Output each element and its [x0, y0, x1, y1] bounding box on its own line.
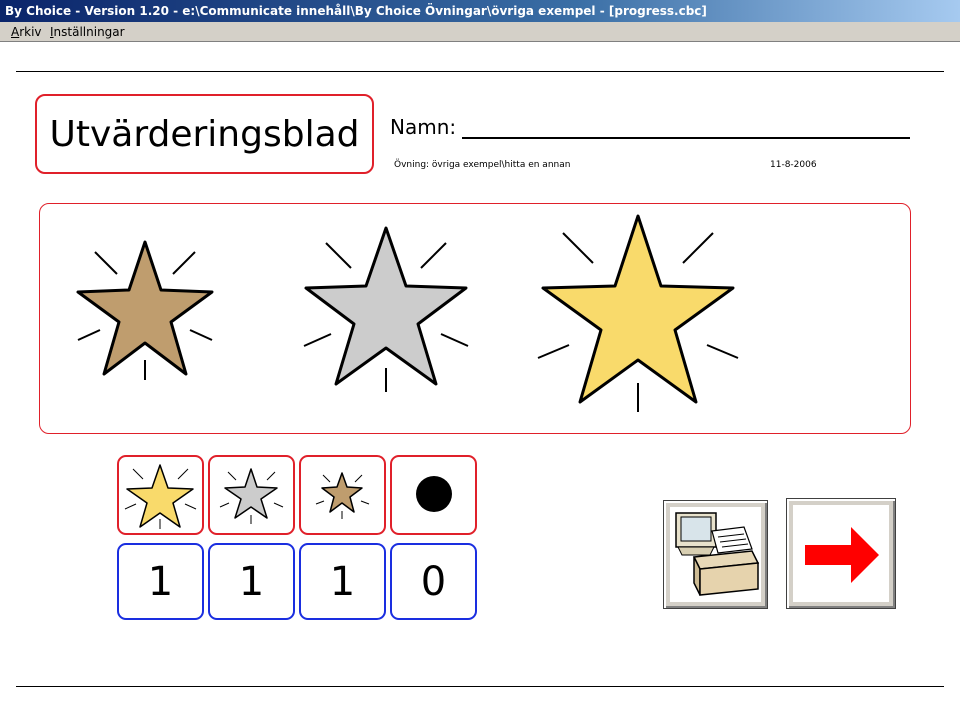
count-bronze-value: 1 — [329, 558, 356, 605]
menu-item-arkiv[interactable]: Arkiv — [8, 22, 45, 42]
silver-star-icon — [303, 226, 469, 392]
result-gold-star-box — [117, 455, 204, 535]
result-silver-star-box — [208, 455, 295, 535]
count-gold-value: 1 — [147, 558, 174, 605]
result-bronze-star-box — [299, 455, 386, 535]
bottom-divider — [16, 686, 944, 687]
print-button[interactable] — [663, 500, 768, 609]
next-button[interactable] — [786, 498, 896, 609]
name-line — [462, 137, 910, 139]
right-arrow-icon — [805, 527, 879, 583]
silver-star-icon — [219, 468, 284, 524]
count-gold: 1 — [117, 543, 204, 620]
page-title: Utvärderingsblad — [49, 113, 360, 155]
exercise-path: Övning: övriga exempel\hitta en annan — [394, 160, 571, 170]
result-dot-box — [390, 455, 477, 535]
name-label: Namn: — [390, 115, 457, 139]
window-title: By Choice - Version 1.20 - e:\Communicat… — [5, 4, 707, 18]
top-divider — [16, 71, 944, 72]
count-silver: 1 — [208, 543, 295, 620]
bronze-star-icon — [315, 472, 370, 519]
count-bronze: 1 — [299, 543, 386, 620]
next-button-face — [793, 505, 889, 602]
gold-star-icon — [124, 464, 197, 529]
stars-panel — [39, 203, 911, 434]
count-dot: 0 — [390, 543, 477, 620]
date-text: 11-8-2006 — [770, 160, 817, 170]
printer-icon — [675, 512, 760, 596]
bronze-star-icon — [76, 240, 214, 380]
black-dot-icon — [416, 476, 452, 512]
page-title-box: Utvärderingsblad — [35, 94, 374, 174]
print-button-face — [670, 507, 761, 602]
count-dot-value: 0 — [420, 558, 447, 605]
window-title-bar: By Choice - Version 1.20 - e:\Communicat… — [0, 0, 960, 22]
menu-bar: Arkiv Inställningar — [0, 22, 960, 42]
count-silver-value: 1 — [238, 558, 265, 605]
menu-item-installningar[interactable]: Inställningar — [47, 22, 128, 42]
gold-star-icon — [537, 214, 739, 412]
